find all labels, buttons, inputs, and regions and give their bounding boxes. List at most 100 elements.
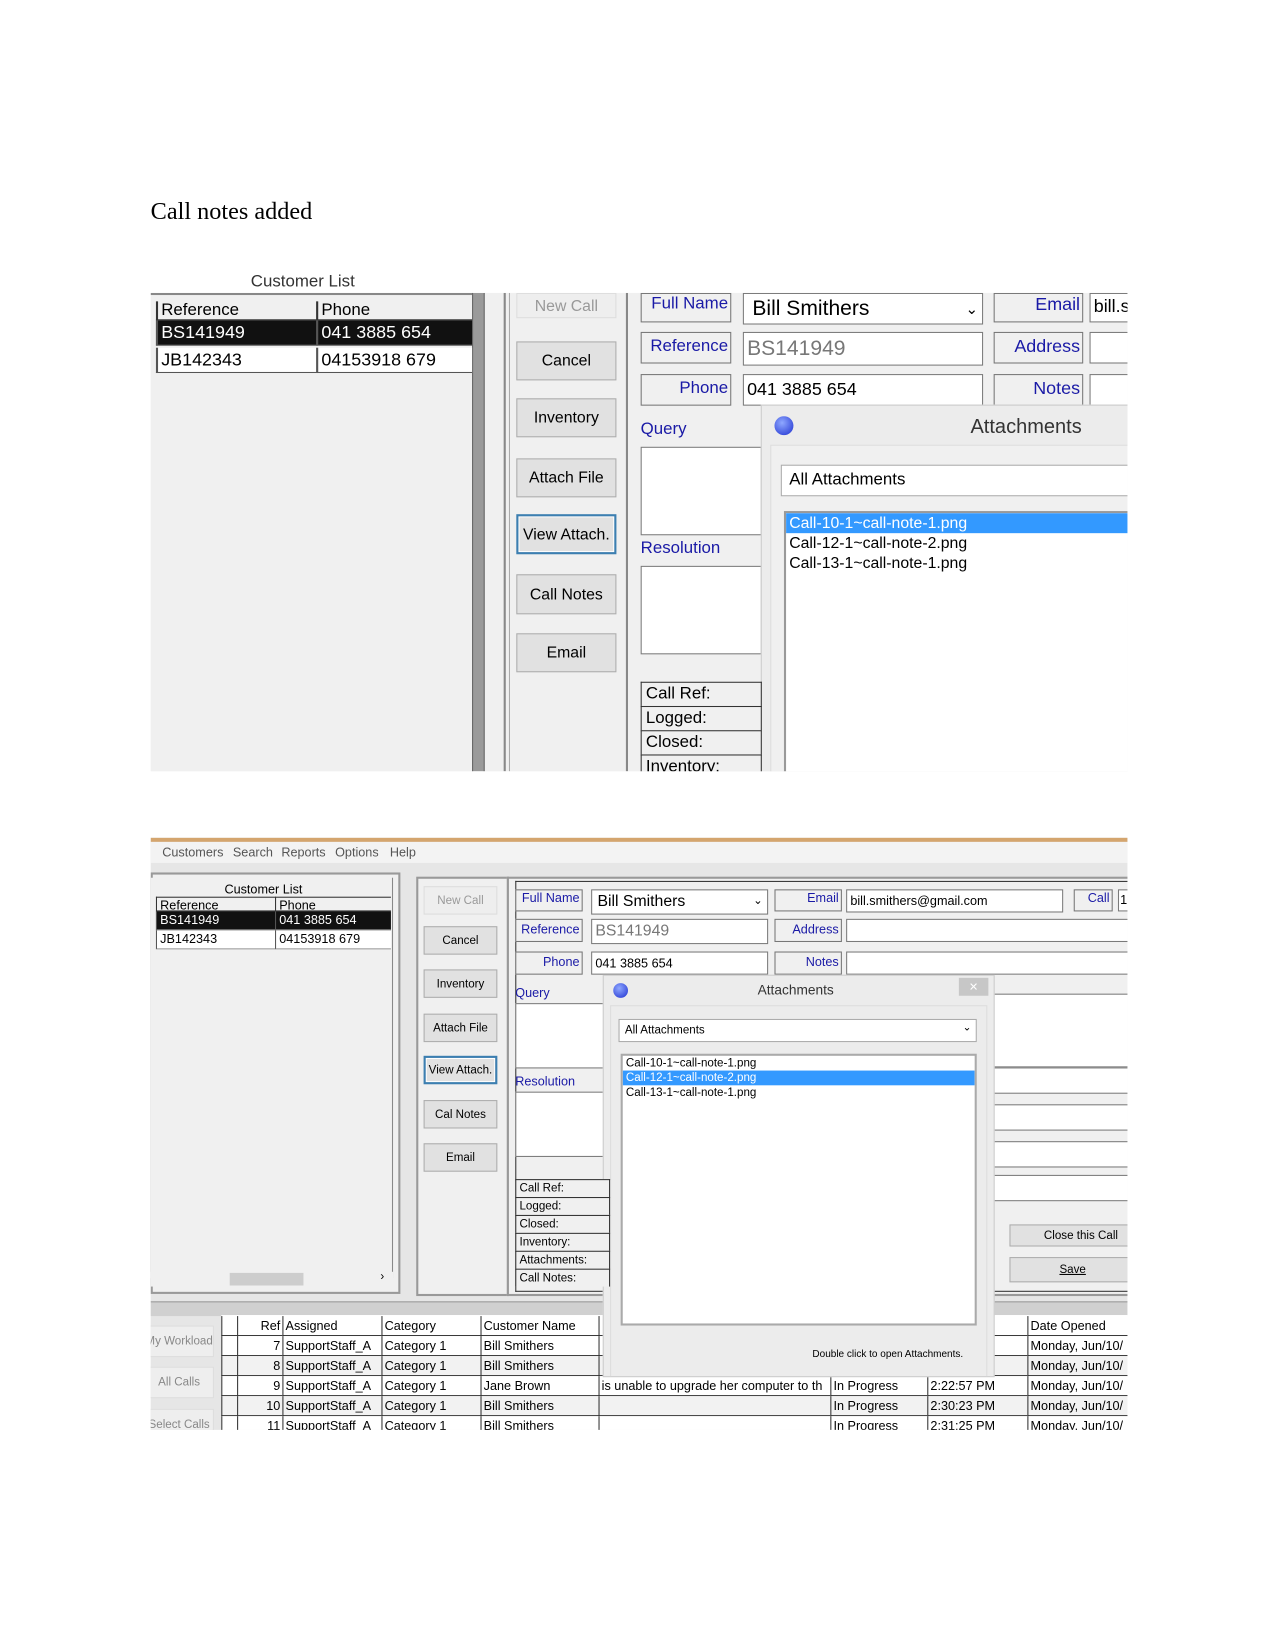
table-cell[interactable]: 041 3885 654 <box>316 320 473 346</box>
attachment-item[interactable]: Call-10-1~call-note-1.png <box>623 1056 975 1071</box>
table-cell[interactable]: Monday, Jun/10/ <box>1027 1356 1128 1377</box>
table-cell[interactable]: Category 1 <box>381 1356 481 1377</box>
table-cell[interactable] <box>221 1396 238 1417</box>
table-cell[interactable]: 2:22:57 PM <box>927 1376 1028 1397</box>
table-cell[interactable]: Category 1 <box>381 1376 481 1397</box>
menu-search[interactable]: Search <box>233 845 273 860</box>
table-cell[interactable]: SupportStaff_A <box>282 1356 382 1377</box>
column-header-phone[interactable]: Phone <box>316 301 473 321</box>
address-field[interactable] <box>1089 331 1128 364</box>
query-textbox[interactable] <box>640 446 762 536</box>
button-new-call[interactable]: New Call <box>516 292 617 319</box>
table-cell[interactable]: In Progress <box>830 1396 928 1417</box>
table-cell[interactable]: Jane Brown <box>480 1376 599 1397</box>
table-cell[interactable]: 04153918 679 <box>275 930 391 950</box>
table-cell[interactable]: Monday, Jun/10/ <box>1027 1416 1128 1430</box>
button-attach-file[interactable]: Attach File <box>423 1013 498 1043</box>
table-cell[interactable]: In Progress <box>830 1416 928 1430</box>
table-cell[interactable]: BS141949 <box>155 320 317 346</box>
email-field[interactable]: bill.smithers@gmail.com <box>846 889 1064 913</box>
table-cell[interactable]: Monday, Jun/10/ <box>1027 1396 1128 1417</box>
attachment-item[interactable]: Call-12-1~call-note-2.png <box>622 1070 975 1086</box>
table-cell[interactable]: 04153918 679 <box>316 347 473 374</box>
scrollbar-thumb[interactable] <box>229 1272 304 1286</box>
table-cell[interactable] <box>221 1376 238 1397</box>
table-cell[interactable] <box>221 1416 238 1430</box>
button-new-call[interactable]: New Call <box>423 886 498 915</box>
notes-field[interactable] <box>1089 374 1128 406</box>
button-view-attach-[interactable]: View Attach. <box>516 514 617 555</box>
table-cell[interactable]: Bill Smithers <box>480 1416 599 1430</box>
table-cell[interactable]: JB142343 <box>155 347 317 374</box>
table-cell[interactable]: SupportStaff_A <box>282 1336 382 1357</box>
column-header-reference[interactable]: Reference <box>155 301 317 321</box>
splitter[interactable] <box>472 292 485 772</box>
attachments-filter-select[interactable]: All Attachments ⌄ <box>618 1018 977 1043</box>
table-cell[interactable]: 2:31:25 PM <box>927 1416 1028 1430</box>
button-cancel[interactable]: Cancel <box>423 926 498 955</box>
table-cell[interactable]: Bill Smithers <box>480 1356 599 1377</box>
query-textbox[interactable] <box>515 1003 611 1069</box>
attachment-item[interactable]: Call-12-1~call-note-2.png <box>786 533 1127 553</box>
button-view-attach-[interactable]: View Attach. <box>423 1055 498 1085</box>
table-cell[interactable]: 7 <box>237 1336 283 1357</box>
textbox[interactable] <box>983 1104 1128 1131</box>
table-cell[interactable]: SupportStaff_A <box>282 1416 382 1430</box>
button-email[interactable]: Email <box>516 633 617 673</box>
full-name-select[interactable]: Bill Smithers ⌄ <box>742 292 984 325</box>
button-inventory[interactable]: Inventory <box>516 398 617 438</box>
button-attach-file[interactable]: Attach File <box>516 458 617 498</box>
menu-reports[interactable]: Reports <box>281 845 325 860</box>
phone-field[interactable]: 041 3885 654 <box>591 951 769 975</box>
button-email[interactable]: Email <box>423 1143 498 1172</box>
notes-field[interactable] <box>846 951 1128 975</box>
textbox[interactable] <box>983 993 1128 1068</box>
textbox[interactable] <box>983 1067 1128 1094</box>
button-call-notes[interactable]: Call Notes <box>516 574 617 615</box>
phone-field[interactable]: 041 3885 654 <box>742 374 984 406</box>
table-cell[interactable]: JB142343 <box>155 930 276 950</box>
table-cell[interactable] <box>598 1396 831 1417</box>
table-cell[interactable] <box>221 1336 238 1357</box>
textbox[interactable] <box>983 1174 1128 1202</box>
reference-field[interactable]: BS141949 <box>742 331 984 366</box>
full-name-select[interactable]: Bill Smithers ⌄ <box>591 889 769 915</box>
close-button[interactable]: × <box>958 977 989 996</box>
table-cell[interactable]: SupportStaff_A <box>282 1396 382 1417</box>
table-cell[interactable]: Category 1 <box>381 1336 481 1357</box>
column-header-phone[interactable]: Phone <box>275 896 391 912</box>
address-field[interactable] <box>846 918 1128 943</box>
attachments-filter-select[interactable]: All Attachments <box>780 464 1128 497</box>
tab-select-calls[interactable]: Select Calls <box>150 1408 214 1430</box>
button-inventory[interactable]: Inventory <box>423 969 498 998</box>
table-cell[interactable]: 11 <box>237 1416 283 1430</box>
table-cell[interactable]: SupportStaff_A <box>282 1376 382 1397</box>
table-cell[interactable]: 8 <box>237 1356 283 1377</box>
attachment-item[interactable]: Call-13-1~call-note-1.png <box>623 1085 975 1100</box>
menu-customers[interactable]: Customers <box>162 845 223 860</box>
call-field[interactable]: 1 <box>1117 889 1128 912</box>
table-cell[interactable]: Bill Smithers <box>480 1396 599 1417</box>
button-cancel[interactable]: Cancel <box>516 341 617 381</box>
table-cell[interactable]: Monday, Jun/10/ <box>1027 1336 1128 1357</box>
resolution-textbox[interactable] <box>640 565 762 655</box>
menu-options[interactable]: Options <box>335 845 379 860</box>
attachments-list[interactable]: Call-10-1~call-note-1.png Call-12-1~call-… <box>620 1053 977 1326</box>
table-cell[interactable]: Category 1 <box>381 1396 481 1417</box>
tab-all-calls[interactable]: All Calls <box>150 1366 214 1399</box>
tab-my-workload[interactable]: My Workload <box>150 1325 214 1358</box>
menu-help[interactable]: Help <box>390 845 416 860</box>
resolution-textbox[interactable] <box>515 1091 611 1157</box>
attachments-list[interactable]: Call-10-1~call-note-1.png Call-12-1~call-… <box>783 511 1128 772</box>
table-cell[interactable]: Bill Smithers <box>480 1336 599 1357</box>
reference-field[interactable]: BS141949 <box>591 918 769 945</box>
attachment-item[interactable]: Call-13-1~call-note-1.png <box>786 553 1127 573</box>
table-cell[interactable] <box>598 1416 831 1430</box>
table-cell[interactable]: Category 1 <box>381 1416 481 1430</box>
save-button[interactable]: Save <box>1009 1257 1128 1283</box>
table-cell[interactable]: BS141949 <box>155 911 276 931</box>
attachment-item[interactable]: Call-10-1~call-note-1.png <box>786 513 1128 534</box>
table-cell[interactable]: is unable to upgrade her computer to th <box>598 1376 831 1397</box>
button-cal-notes[interactable]: Cal Notes <box>423 1100 498 1129</box>
table-cell[interactable]: 2:30:23 PM <box>927 1396 1028 1417</box>
